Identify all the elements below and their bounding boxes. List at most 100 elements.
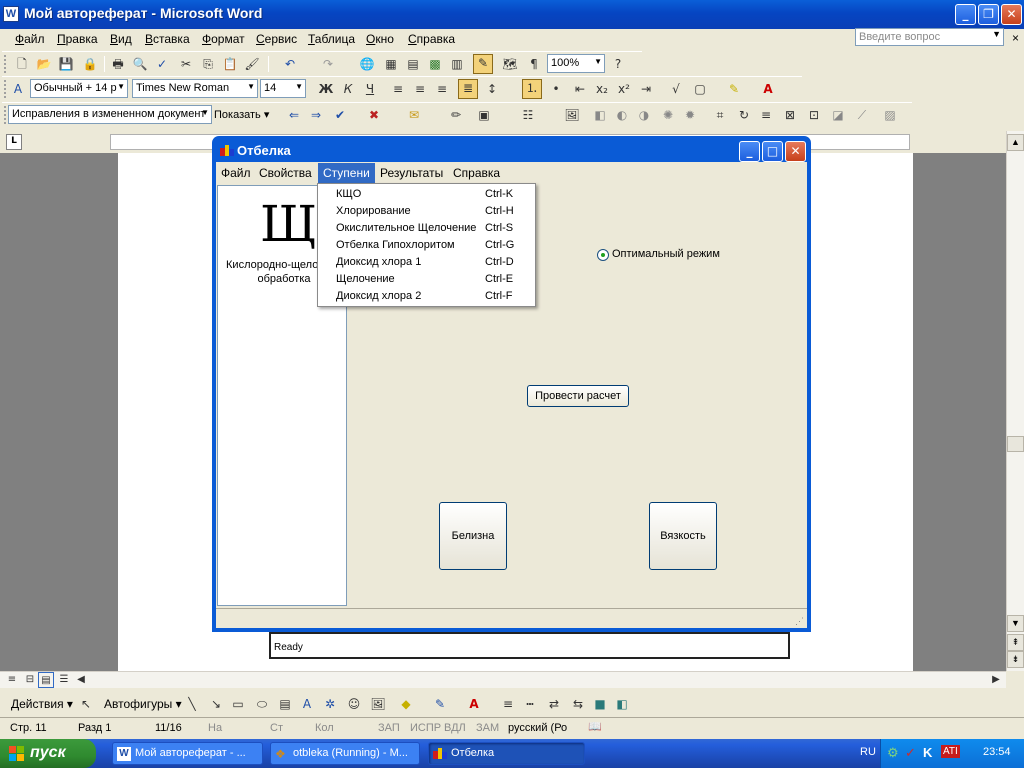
close-icon[interactable]: ✕ — [1001, 4, 1022, 25]
accept-change-icon[interactable]: ✔ — [332, 107, 348, 123]
network-icon[interactable]: ⚙ — [887, 745, 899, 761]
format-picture-icon[interactable]: ◪ — [830, 107, 846, 123]
dialog-menu-help[interactable]: Справка — [453, 166, 500, 180]
menu-item-hypochlorite[interactable]: Отбелка Гипохлоритом — [336, 239, 455, 251]
restore-icon[interactable]: ❐ — [978, 4, 999, 25]
next-page-icon[interactable]: ⇟ — [1007, 651, 1024, 668]
normal-view-icon[interactable]: ≡ — [4, 672, 20, 688]
previous-change-icon[interactable]: ⇐ — [286, 107, 302, 123]
wordart-icon[interactable]: A — [299, 696, 315, 712]
show-hide-icon[interactable]: ¶ — [526, 56, 542, 72]
dash-style-icon[interactable]: ┅ — [522, 696, 538, 712]
outline-view-icon[interactable]: ☰ — [56, 672, 72, 688]
word-app-icon[interactable]: W — [3, 6, 19, 22]
line-icon[interactable]: ╲ — [184, 696, 200, 712]
kaspersky-icon[interactable]: K — [923, 745, 932, 760]
whiteness-button[interactable]: Белизна — [439, 502, 507, 570]
help-icon[interactable]: ? — [610, 56, 626, 72]
save-icon[interactable]: 💾 — [58, 56, 74, 72]
menu-edit[interactable]: Правка — [57, 32, 98, 46]
insert-table-icon[interactable]: ▤ — [405, 56, 421, 72]
shadow-icon[interactable]: ■ — [592, 696, 608, 712]
drawing-icon[interactable]: ✎ — [473, 54, 493, 74]
minimize-icon[interactable]: _ — [955, 4, 976, 25]
rotate-icon[interactable]: ↻ — [736, 107, 752, 123]
dialog-menu-stages[interactable]: Ступени — [318, 163, 375, 183]
taskbar-item-otbelka[interactable]: Отбелка — [428, 742, 585, 765]
menu-file[interactable]: Файл — [15, 32, 45, 46]
chevron-down-icon[interactable]: ▼ — [201, 108, 209, 117]
chevron-down-icon[interactable]: ▼ — [992, 29, 1001, 39]
menu-item-chlorination[interactable]: Хлорирование — [336, 205, 411, 217]
line-color-icon[interactable]: ✎ — [432, 696, 448, 712]
tables-borders-icon[interactable]: ▦ — [383, 56, 399, 72]
less-contrast-icon[interactable]: ◑ — [636, 107, 652, 123]
dialog-close-icon[interactable]: ✕ — [785, 141, 806, 162]
font-select[interactable]: Times New Roman ▼ — [132, 79, 258, 98]
actions-menu[interactable]: Действия ▾ — [11, 697, 73, 711]
equation-icon[interactable]: √ — [668, 81, 684, 97]
menu-window[interactable]: Окно — [366, 32, 394, 46]
less-brightness-icon[interactable]: ✹ — [682, 107, 698, 123]
redo-icon[interactable]: ↷ — [320, 56, 336, 72]
chevron-down-icon[interactable]: ▼ — [247, 82, 255, 91]
font-size-select[interactable]: 14 ▼ — [260, 79, 306, 98]
borders-icon[interactable]: ▢ — [692, 81, 708, 97]
print-view-icon[interactable]: ▤ — [38, 672, 54, 688]
style-select[interactable]: Обычный + 14 р ▼ — [30, 79, 128, 98]
set-transparent-icon[interactable]: ⟋ — [854, 107, 870, 123]
3d-style-icon[interactable]: ◧ — [614, 696, 630, 712]
taskbar-item-otbleka-ide[interactable]: ❖ otbleka (Running) - M... — [270, 742, 420, 765]
more-contrast-icon[interactable]: ◐ — [614, 107, 630, 123]
print-icon[interactable]: 🖶 — [110, 56, 126, 72]
close-document-icon[interactable]: × — [1012, 31, 1019, 45]
autoshapes-menu[interactable]: Автофигуры ▾ — [104, 697, 182, 711]
permission-icon[interactable]: 🔒 — [82, 56, 98, 72]
text-wrap-icon[interactable]: ⊡ — [806, 107, 822, 123]
numbering-icon[interactable]: ⒈ — [522, 79, 542, 99]
diagram-icon[interactable]: ✲ — [322, 696, 338, 712]
line-style-drawing-icon[interactable]: ≡ — [500, 696, 516, 712]
previous-page-icon[interactable]: ⇞ — [1007, 634, 1024, 651]
clipart-icon[interactable]: ☺ — [346, 696, 362, 712]
viscosity-button[interactable]: Вязкость — [649, 502, 717, 570]
otbelka-app-icon[interactable] — [220, 145, 234, 157]
columns-icon[interactable]: ▥ — [449, 56, 465, 72]
show-markup-button[interactable]: Показать ▾ — [214, 108, 269, 121]
fill-color-icon[interactable]: ◆ — [398, 696, 414, 712]
menu-table[interactable]: Таблица — [308, 32, 355, 46]
insert-excel-icon[interactable]: ▩ — [427, 56, 443, 72]
underline-icon[interactable]: Ч — [362, 81, 378, 97]
image-tool-icon[interactable]: ◧ — [592, 107, 608, 123]
rectangle-icon[interactable]: ▭ — [230, 696, 246, 712]
dialog-menu-results[interactable]: Результаты — [380, 166, 443, 180]
chevron-down-icon[interactable]: ▼ — [594, 57, 602, 66]
dialog-menu-file[interactable]: Файл — [221, 166, 251, 180]
font-color-icon[interactable]: A — [760, 81, 776, 97]
track-changes-icon[interactable]: ✏ — [448, 107, 464, 123]
bold-icon[interactable]: Ж — [318, 81, 334, 97]
taskbar-item-word[interactable]: W Мой автореферат - ... — [112, 742, 263, 765]
scroll-thumb[interactable] — [1007, 436, 1024, 452]
display-for-review-select[interactable]: Исправления в измененном документ ▼ — [8, 105, 212, 124]
spelling-icon[interactable]: ✓ — [154, 56, 170, 72]
insert-picture-icon[interactable]: 🖼 — [564, 107, 580, 123]
cut-icon[interactable]: ✂ — [178, 56, 194, 72]
menu-view[interactable]: Вид — [110, 32, 132, 46]
vertical-scrollbar[interactable]: ▲ ▼ ⇞ ⇟ — [1006, 131, 1024, 671]
subscript-icon[interactable]: x₂ — [594, 81, 610, 97]
styles-icon[interactable]: A — [10, 81, 26, 97]
ati-icon[interactable]: ATI — [941, 745, 960, 758]
scroll-down-icon[interactable]: ▼ — [1007, 615, 1024, 632]
menu-item-oxidative-alkaline[interactable]: Окислительное Щелочение — [336, 222, 476, 234]
text-box-icon[interactable]: ▤ — [277, 696, 293, 712]
line-style-icon[interactable]: ≡ — [758, 107, 774, 123]
picture-icon[interactable]: 🖼 — [370, 696, 386, 712]
increase-indent-icon[interactable]: ⇥ — [638, 81, 654, 97]
toolbar-grip[interactable] — [4, 55, 7, 73]
reviewers-icon[interactable]: ☷ — [520, 107, 536, 123]
align-left-icon[interactable]: ≡ — [390, 81, 406, 97]
toolbar-grip[interactable] — [4, 80, 7, 98]
italic-icon[interactable]: К — [340, 81, 356, 97]
scroll-left-icon[interactable]: ◀ — [73, 672, 89, 688]
